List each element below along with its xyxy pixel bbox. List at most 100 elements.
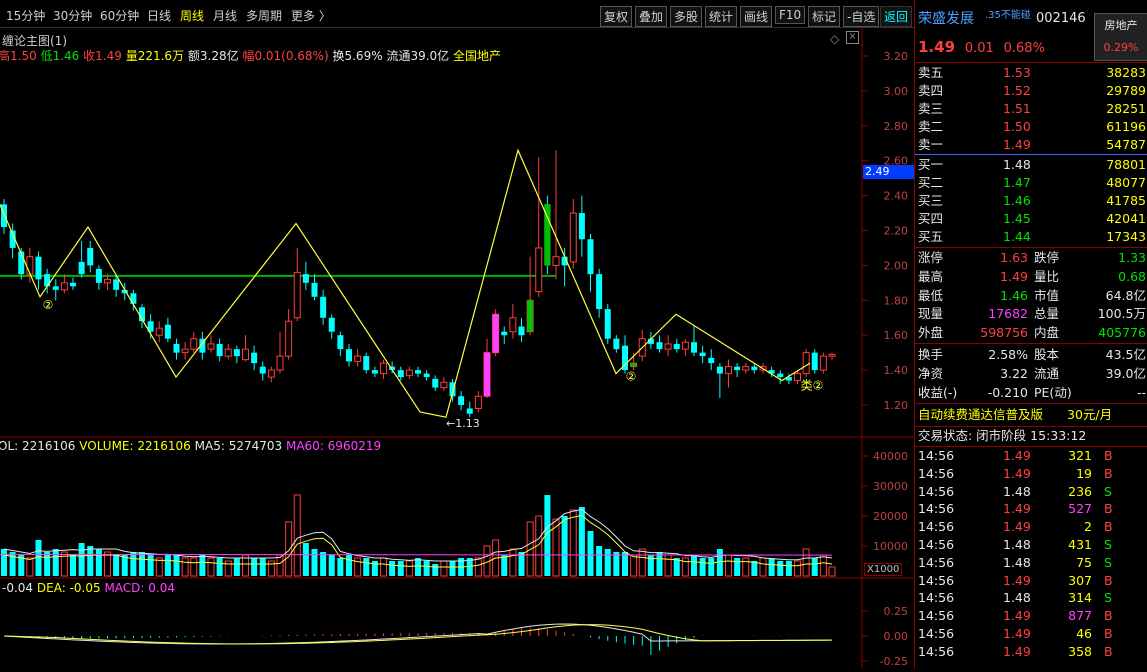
kline-chart[interactable]: 3.203.002.802.602.402.202.001.801.601.40… xyxy=(0,28,914,669)
quote-panel: 荣盛发展 .35不能碰 002146 房地产 0.29% 1.49 0.01 0… xyxy=(914,0,1147,669)
quote-label: PE(动) xyxy=(1034,385,1072,400)
tick-volume: 46 xyxy=(1076,626,1092,641)
volume-bar xyxy=(311,549,318,576)
signal-candle xyxy=(527,300,534,332)
quote-value: 1.49 xyxy=(1000,268,1028,284)
tick-volume: 75 xyxy=(1076,554,1092,570)
mark-button[interactable]: 标记 xyxy=(808,6,841,27)
draw-line-button[interactable]: 画线 xyxy=(740,6,773,27)
tick-row: 14:56 1.48 314 S xyxy=(915,589,1147,607)
candle-body xyxy=(276,355,284,371)
bid-level: 买四 1.45 42041 xyxy=(915,210,1147,228)
period-daily[interactable]: 日线 xyxy=(147,7,171,24)
ask-level: 卖一 1.49 54787 xyxy=(915,136,1147,154)
tick-price: 1.49 xyxy=(1003,572,1031,588)
promo-row[interactable]: 自动续费通达信普及版 30元/月 xyxy=(915,406,1147,424)
restore-rights-button[interactable]: 复权 xyxy=(600,6,633,27)
bid-label: 买一 xyxy=(918,157,944,172)
volume-unit: X1000 xyxy=(864,563,903,576)
watchlist-button[interactable]: -自选 xyxy=(843,6,880,27)
volume-bar xyxy=(440,560,448,577)
statistics-button[interactable]: 统计 xyxy=(705,6,738,27)
bid-volume: 41785 xyxy=(1106,193,1146,208)
volume-bar xyxy=(328,555,335,576)
volume-bar xyxy=(777,561,784,576)
tick-price: 1.48 xyxy=(1003,554,1031,570)
period-weekly[interactable]: 周线 xyxy=(180,7,204,24)
candle-body xyxy=(354,355,362,362)
volume-bar xyxy=(622,552,628,576)
tick-side: B xyxy=(1104,519,1113,535)
tick-volume: 236 xyxy=(1068,483,1092,499)
quote-value: 39.0亿 xyxy=(1105,366,1146,381)
volume-bar xyxy=(691,555,697,576)
stat-low: 低1.46 xyxy=(40,49,80,63)
volume-bar xyxy=(751,561,758,576)
diamond-icon[interactable]: ◇ xyxy=(830,32,839,46)
volume-bar xyxy=(759,557,767,577)
bid-level: 买三 1.46 41785 xyxy=(915,192,1147,210)
tick-volume: 321 xyxy=(1068,448,1092,463)
back-button[interactable]: 返回 xyxy=(880,6,913,27)
stat-change: 幅0.01(0.68%) xyxy=(242,49,329,63)
close-icon[interactable]: × xyxy=(846,31,859,44)
tick-time: 14:56 xyxy=(918,483,955,499)
volume-bar xyxy=(276,554,284,577)
bid-price: 1.44 xyxy=(1003,229,1031,244)
volume-bar xyxy=(337,558,344,576)
quote-value: 1.63 xyxy=(1000,250,1028,265)
tick-volume: 314 xyxy=(1068,590,1092,606)
candle-body xyxy=(734,366,741,371)
ask-level: 卖三 1.51 28251 xyxy=(915,100,1147,118)
overlay-button[interactable]: 叠加 xyxy=(635,6,668,27)
volume-bar xyxy=(742,557,750,577)
quote-label: 流通 xyxy=(1034,366,1060,381)
period-monthly[interactable]: 月线 xyxy=(213,7,237,24)
volume-bar xyxy=(725,554,732,577)
candle-body xyxy=(87,247,94,266)
candle-body xyxy=(207,343,215,350)
quote-label: 股本 xyxy=(1034,347,1060,362)
f10-button[interactable]: F10 xyxy=(775,6,806,24)
candle-body xyxy=(52,286,59,290)
period-multi[interactable]: 多周期 xyxy=(246,7,282,24)
tick-side: S xyxy=(1104,537,1112,552)
candle-body xyxy=(691,342,697,353)
bid-volume: 17343 xyxy=(1106,229,1146,244)
candle-body xyxy=(552,256,560,266)
multi-stock-button[interactable]: 多股 xyxy=(670,6,703,27)
period-more[interactable]: 更多 〉 xyxy=(291,7,331,24)
stock-name: 荣盛发展 xyxy=(918,11,974,27)
sector-badge[interactable]: 房地产 0.29% xyxy=(1094,13,1147,61)
tick-price: 1.48 xyxy=(1003,537,1031,552)
chart-area[interactable]: 3.20 3.00 2.80 2.60 2.40 2.20 2.00 1.80 1.60 1.40… xyxy=(0,28,916,669)
candle-body xyxy=(535,247,543,293)
quote-value: 100.5万 xyxy=(1097,306,1146,322)
volume-bar xyxy=(708,558,715,576)
period-30min[interactable]: 30分钟 xyxy=(53,7,92,24)
volume-bar xyxy=(190,557,198,577)
candle-body xyxy=(130,293,137,304)
period-15min[interactable]: 15分钟 xyxy=(6,7,45,24)
tick-time: 14:56 xyxy=(918,519,955,535)
candle-body xyxy=(751,366,758,371)
candle-body xyxy=(802,352,810,375)
quote-row: 外盘 598756 内盘 405776 xyxy=(915,324,1147,342)
volume-bar xyxy=(380,557,387,577)
volume-bar xyxy=(233,558,240,576)
volume-bar xyxy=(1,549,7,576)
stat-turnover: 换5.69% xyxy=(332,49,383,63)
stat-amount: 额3.28亿 xyxy=(187,49,239,63)
candle-body xyxy=(415,370,421,374)
candle-body xyxy=(725,366,732,375)
tick-side: B xyxy=(1104,626,1113,641)
candle-body xyxy=(155,327,163,336)
candle-body xyxy=(26,256,34,275)
ask-label: 卖一 xyxy=(918,137,944,152)
tick-price: 1.49 xyxy=(1003,448,1031,463)
volume-bar xyxy=(802,548,810,577)
period-60min[interactable]: 60分钟 xyxy=(100,7,139,24)
ask-price: 1.49 xyxy=(1003,137,1031,152)
candle-body xyxy=(164,324,171,339)
tick-time: 14:56 xyxy=(918,572,955,588)
